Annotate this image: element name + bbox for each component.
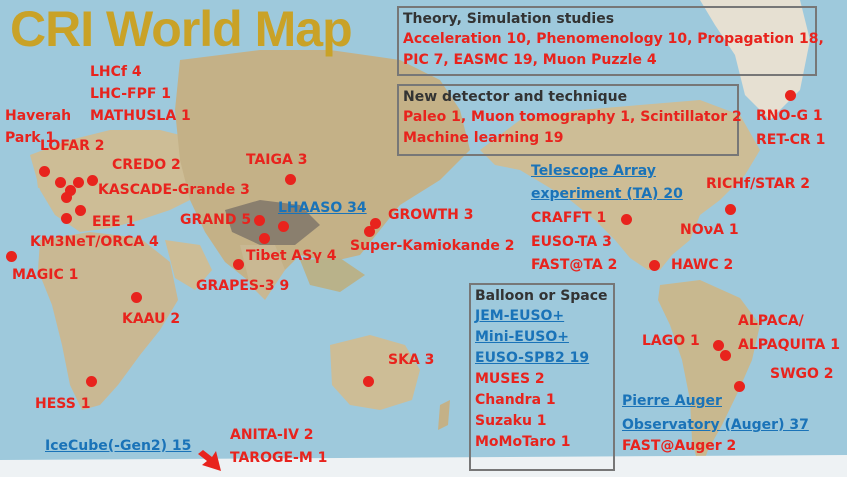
site-dot-ska xyxy=(362,375,374,387)
label-kascade: KASCADE-Grande 3 xyxy=(98,182,250,198)
suzaku-label: Suzaku 1 xyxy=(475,413,547,429)
detector-heading: New detector and technique xyxy=(403,89,628,105)
euso-spb2-link[interactable]: EUSO-SPB2 19 xyxy=(475,348,609,369)
site-dot-lofar xyxy=(54,176,66,188)
label-grapes: GRAPES-3 9 xyxy=(196,278,290,294)
chandra-label: Chandra 1 xyxy=(475,392,556,408)
detector-box: New detector and technique Paleo 1, Muon… xyxy=(397,84,742,156)
site-dot-europe-2 xyxy=(60,191,72,203)
site-dot-grand xyxy=(277,220,289,232)
label-fast-ta: FAST@TA 2 xyxy=(531,257,618,273)
site-dot-eee xyxy=(60,212,72,224)
site-dot-lago xyxy=(712,339,724,351)
label-ska: SKA 3 xyxy=(388,352,435,368)
site-dot-taiga xyxy=(284,173,296,185)
label-lhc-fpf: LHC-FPF 1 xyxy=(90,86,172,102)
site-dot-kascade xyxy=(86,174,98,186)
site-dot-swgo xyxy=(733,380,745,392)
link-pierre-auger-2[interactable]: Observatory (Auger) 37 xyxy=(622,417,809,434)
site-dot-magic xyxy=(5,250,17,262)
label-crafft: CRAFFT 1 xyxy=(531,210,607,226)
label-swgo: SWGO 2 xyxy=(770,366,834,382)
label-eee: EEE 1 xyxy=(92,214,136,230)
theory-line-2: PIC 7, EASMC 19, Muon Puzzle 4 xyxy=(403,52,657,68)
page-title: CRI World Map xyxy=(10,1,353,57)
detector-line-2: Machine learning 19 xyxy=(403,130,564,146)
label-km3net: KM3NeT/ORCA 4 xyxy=(30,234,159,250)
label-taiga: TAIGA 3 xyxy=(246,152,308,168)
label-alpaca-1: ALPACA/ xyxy=(738,313,804,329)
site-dot-rnog xyxy=(784,89,796,101)
label-fast-auger: FAST@Auger 2 xyxy=(622,438,737,454)
label-hawc: HAWC 2 xyxy=(671,257,734,273)
link-icecube[interactable]: IceCube(-Gen2) 15 xyxy=(45,438,191,455)
label-lofar: LOFAR 2 xyxy=(40,138,105,154)
label-lhcf: LHCf 4 xyxy=(90,64,142,80)
site-dot-kaau xyxy=(130,291,142,303)
space-heading: Balloon or Space xyxy=(475,288,608,304)
label-kaau: KAAU 2 xyxy=(122,311,181,327)
site-dot-superk xyxy=(363,225,375,237)
space-box: Balloon or Space JEM-EUSO+ Mini-EUSO+ EU… xyxy=(469,283,615,471)
label-nova: NOνA 1 xyxy=(680,222,739,238)
theory-line-1: Acceleration 10, Phenomenology 10, Propa… xyxy=(403,31,824,47)
label-anita: ANITA-IV 2 xyxy=(230,427,314,443)
site-dot-ta xyxy=(620,213,632,225)
label-alpaca-2: ALPAQUITA 1 xyxy=(738,337,840,353)
label-taroge: TAROGE-M 1 xyxy=(230,450,328,466)
label-ret-cr: RET-CR 1 xyxy=(756,132,826,148)
link-telescope-array-1[interactable]: Telescope Array xyxy=(531,163,656,180)
site-dot-alpaca xyxy=(719,349,731,361)
site-dot-uk xyxy=(38,165,50,177)
theory-box: Theory, Simulation studies Acceleration … xyxy=(397,6,824,76)
label-mathusla: MATHUSLA 1 xyxy=(90,108,191,124)
momotaro-label: MoMoTaro 1 xyxy=(475,434,571,450)
theory-heading: Theory, Simulation studies xyxy=(403,11,615,27)
site-dot-tibet xyxy=(258,232,270,244)
label-tibet: Tibet ASγ 4 xyxy=(246,248,337,264)
muses-label: MUSES 2 xyxy=(475,371,545,387)
label-growth: GROWTH 3 xyxy=(388,207,474,223)
site-dot-nova xyxy=(724,203,736,215)
label-super-kamiokande: Super-Kamiokande 2 xyxy=(350,238,515,254)
label-grand: GRAND 5 xyxy=(180,212,252,228)
site-dot-hess xyxy=(85,375,97,387)
label-euso-ta: EUSO-TA 3 xyxy=(531,234,612,250)
link-lhaaso[interactable]: LHAASO 34 xyxy=(278,200,367,217)
label-credo: CREDO 2 xyxy=(112,157,181,173)
label-lago: LAGO 1 xyxy=(642,333,700,349)
site-dot-km3net xyxy=(74,204,86,216)
jem-euso-link[interactable]: JEM-EUSO+ xyxy=(475,306,609,327)
label-rno-g: RNO-G 1 xyxy=(756,108,823,124)
detector-line-1: Paleo 1, Muon tomography 1, Scintillator… xyxy=(403,109,742,125)
link-pierre-auger-1[interactable]: Pierre Auger xyxy=(622,393,722,410)
label-haverah-1: Haverah xyxy=(5,108,72,124)
label-hess: HESS 1 xyxy=(35,396,91,412)
label-richf: RICHf/STAR 2 xyxy=(706,176,810,192)
label-magic: MAGIC 1 xyxy=(12,267,79,283)
site-dot-hawc xyxy=(648,259,660,271)
site-dot-grapes xyxy=(232,258,244,270)
site-dot-lhaaso xyxy=(253,214,265,226)
mini-euso-link[interactable]: Mini-EUSO+ xyxy=(475,327,609,348)
link-telescope-array-2[interactable]: experiment (TA) 20 xyxy=(531,186,683,203)
